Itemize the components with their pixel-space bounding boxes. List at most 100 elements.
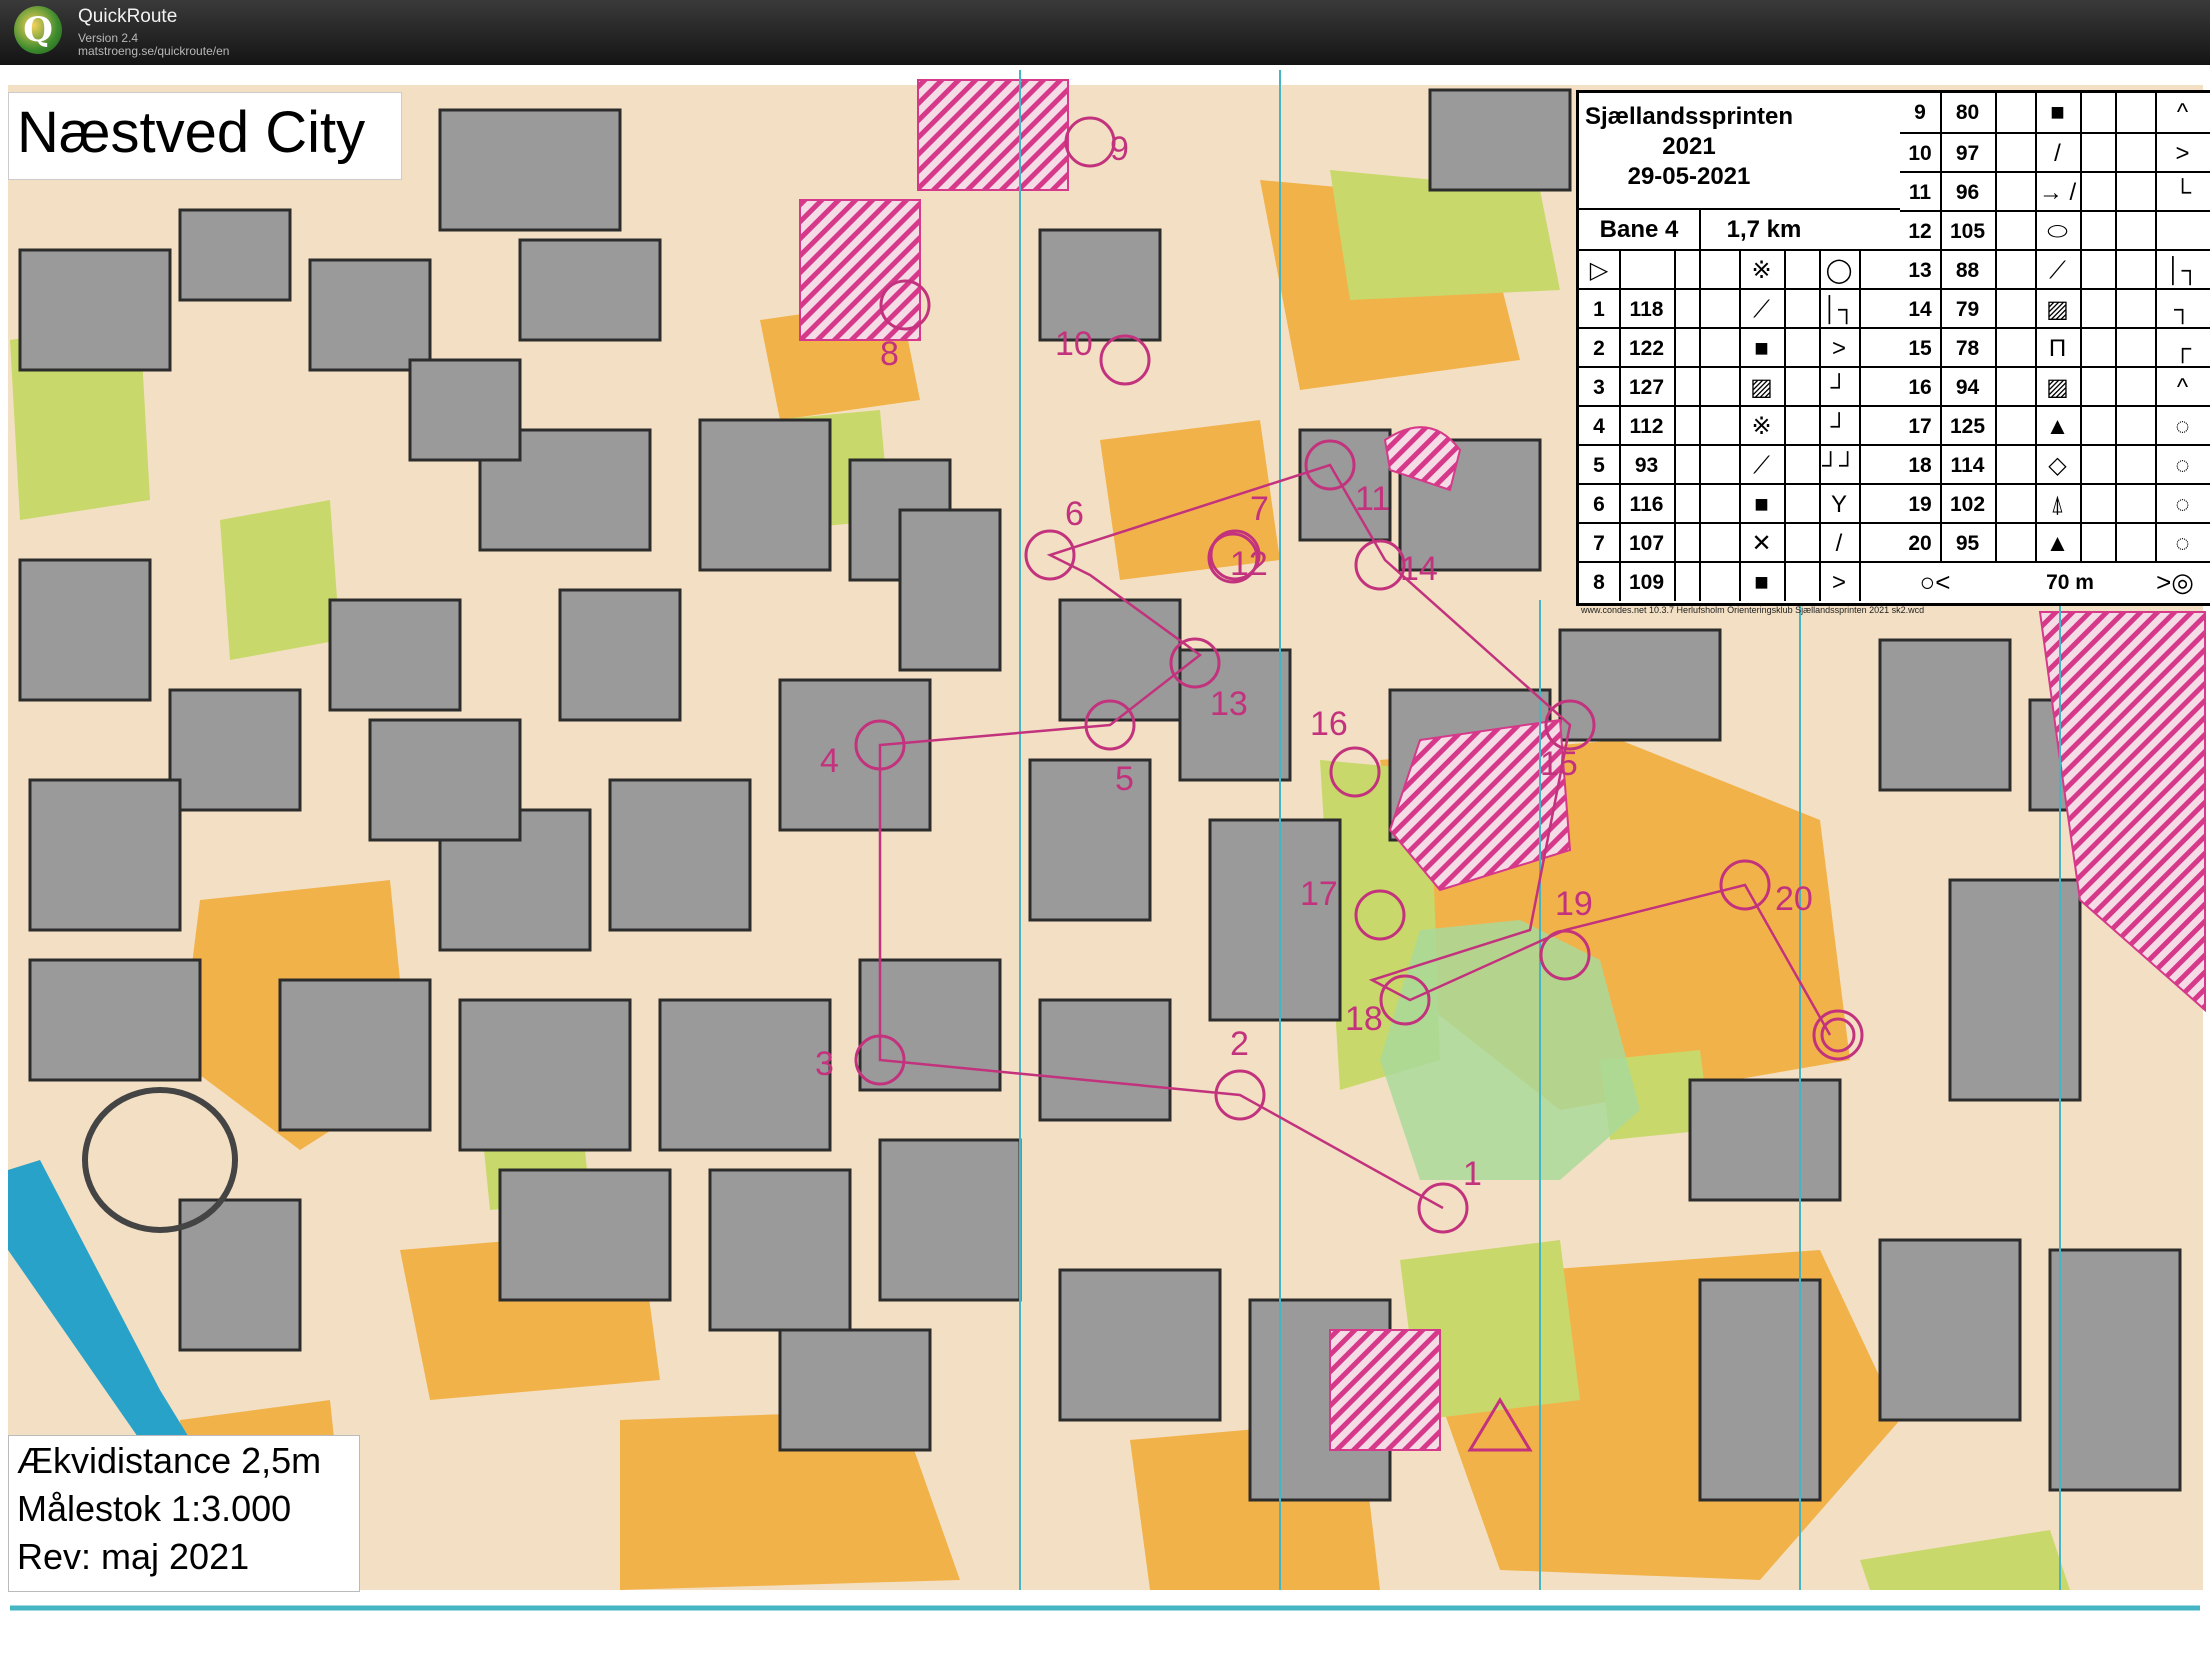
feature-symbol-icon: ◇ — [2048, 452, 2067, 479]
control-code: 88 — [1955, 259, 1980, 282]
feature-symbol-icon: ▨ — [1750, 374, 1773, 401]
feature-symbol-icon: ■ — [1754, 491, 1769, 518]
course-name: Bane 4 — [1599, 216, 1679, 243]
control-label-5: 5 — [1115, 760, 1134, 798]
description-row: 18 114 ◇ ◌ — [1900, 444, 2210, 485]
control-label-3: 3 — [815, 1045, 834, 1083]
control-code: 127 — [1628, 376, 1665, 399]
grid-line — [1859, 249, 1861, 601]
location-symbol-icon — [2155, 212, 2210, 251]
control-code: 95 — [1955, 532, 1980, 555]
location-symbol-icon: Y — [1830, 491, 1847, 518]
app-name: QuickRoute — [78, 6, 178, 27]
feature-symbol-icon: ▨ — [2046, 374, 2069, 401]
control-number: 19 — [1908, 493, 1932, 516]
event-name: Sjællandssprinten — [1584, 103, 1794, 130]
location-symbol-icon: > — [1831, 335, 1846, 362]
finish-distance: 70 m — [2046, 571, 2094, 594]
description-row: 14 79 ▨ ┐ — [1900, 288, 2210, 329]
grid-line — [1940, 93, 1942, 561]
control-number: 18 — [1908, 454, 1932, 477]
grid-line — [1784, 249, 1786, 601]
location-symbol-icon: │┐ — [1822, 296, 1855, 323]
control-description-sheet-continued: 9 80 ■ ^ 10 97 / >11 96 → / └ 12 105 ⬭ 13 88 ⟋ │┐ 14 79 ▨ ┐ 15… — [1900, 90, 2210, 606]
grid-line — [2115, 93, 2117, 561]
description-row: 11 96 → / └ — [1900, 171, 2210, 212]
control-label-13: 13 — [1210, 685, 1248, 723]
location-symbol-icon: ^ — [2176, 374, 2189, 401]
control-code: 93 — [1634, 454, 1659, 477]
control-code: 79 — [1955, 298, 1980, 321]
location-symbol-icon: ┐ — [2173, 296, 2191, 323]
description-row: 13 88 ⟋ │┐ — [1900, 249, 2210, 290]
control-label-10: 10 — [1055, 325, 1093, 363]
control-code: 78 — [1955, 337, 1980, 360]
feature-symbol-icon: ■ — [1754, 569, 1769, 596]
control-label-11: 11 — [1355, 480, 1390, 518]
description-row: 20 95 ▲ ◌ — [1900, 522, 2210, 563]
feature-symbol-icon: → / — [2038, 179, 2077, 206]
map-revision: Rev: maj 2021 — [17, 1536, 250, 1577]
control-number: 9 — [1914, 101, 1926, 124]
map-scale: Målestok 1:3.000 — [17, 1488, 292, 1529]
event-date: 29-05-2021 — [1627, 163, 1751, 190]
control-code: 102 — [1949, 493, 1986, 516]
control-label-8: 8 — [880, 335, 899, 373]
location-symbol-icon: ◌ — [2175, 413, 2190, 440]
map-title: Næstved City — [17, 100, 366, 165]
feature-symbol-icon: ※ — [1751, 413, 1772, 440]
location-symbol-icon: > — [2175, 140, 2190, 167]
control-code: 122 — [1628, 337, 1665, 360]
feature-symbol-icon: / — [2054, 140, 2061, 167]
control-number: 7 — [1593, 532, 1605, 555]
control-number: 8 — [1593, 571, 1605, 594]
control-label-14: 14 — [1400, 550, 1438, 588]
control-label-20: 20 — [1775, 880, 1813, 918]
control-code: 109 — [1628, 571, 1665, 594]
control-code: 118 — [1629, 298, 1664, 321]
control-number: 1 — [1593, 298, 1605, 321]
map-info-box: Ækvidistance 2,5m Målestok 1:3.000 Rev: … — [8, 1435, 360, 1592]
control-label-19: 19 — [1555, 885, 1593, 923]
description-row: 19 102 ⍋ ◌ — [1900, 483, 2210, 524]
course-length: 1,7 km — [1726, 216, 1802, 243]
control-label-18: 18 — [1345, 1000, 1383, 1038]
location-symbol-icon: └ — [2173, 179, 2191, 206]
control-label-7: 7 — [1250, 490, 1269, 528]
control-number: 10 — [1908, 142, 1932, 165]
control-number: 16 — [1908, 376, 1932, 399]
app-url[interactable]: matstroeng.se/quickroute/en — [78, 44, 229, 58]
location-symbol-icon: │┐ — [2166, 257, 2199, 284]
control-label-12: 12 — [1230, 545, 1268, 583]
location-symbol-icon: / — [1835, 530, 1843, 557]
control-code: 94 — [1955, 376, 1980, 399]
control-number: 14 — [1908, 298, 1932, 321]
description-row: 10 97 / > — [1900, 132, 2210, 173]
map-title-box: Næstved City — [8, 92, 402, 180]
contour-interval: Ækvidistance 2,5m — [17, 1440, 322, 1481]
control-code: 125 — [1949, 415, 1986, 438]
control-label-4: 4 — [820, 742, 839, 780]
control-code: 116 — [1629, 493, 1664, 516]
finish-right-icon: >◎ — [2156, 567, 2194, 597]
location-symbol-icon: ^ — [2176, 99, 2189, 126]
feature-symbol-icon: ⟋ — [2049, 257, 2066, 284]
finish-row: ○< 70 m >◎ — [1900, 561, 2210, 602]
location-symbol-icon: ┘ — [1830, 413, 1848, 440]
finish-left-icon: ○< — [1919, 567, 1951, 597]
start-triangle-icon: ▷ — [1589, 257, 1609, 284]
control-code: 97 — [1955, 142, 1980, 165]
control-label-6: 6 — [1065, 495, 1084, 533]
location-symbol-icon: ◌ — [2175, 491, 2190, 518]
feature-symbol-icon: ⟋ — [1753, 452, 1770, 479]
grid-line — [1995, 93, 1997, 561]
start-position-icon: ◯ — [1825, 257, 1853, 284]
control-code: 80 — [1955, 101, 1980, 124]
grid-line — [1619, 249, 1621, 601]
feature-symbol-icon: ✕ — [1751, 530, 1772, 557]
start-feature-icon: ※ — [1751, 257, 1772, 284]
control-number: 4 — [1593, 415, 1605, 438]
description-row: 17 125 ▲ ◌ — [1900, 405, 2210, 446]
quickroute-logo-icon: Q — [14, 6, 62, 54]
feature-symbol-icon: Π — [2048, 335, 2067, 362]
